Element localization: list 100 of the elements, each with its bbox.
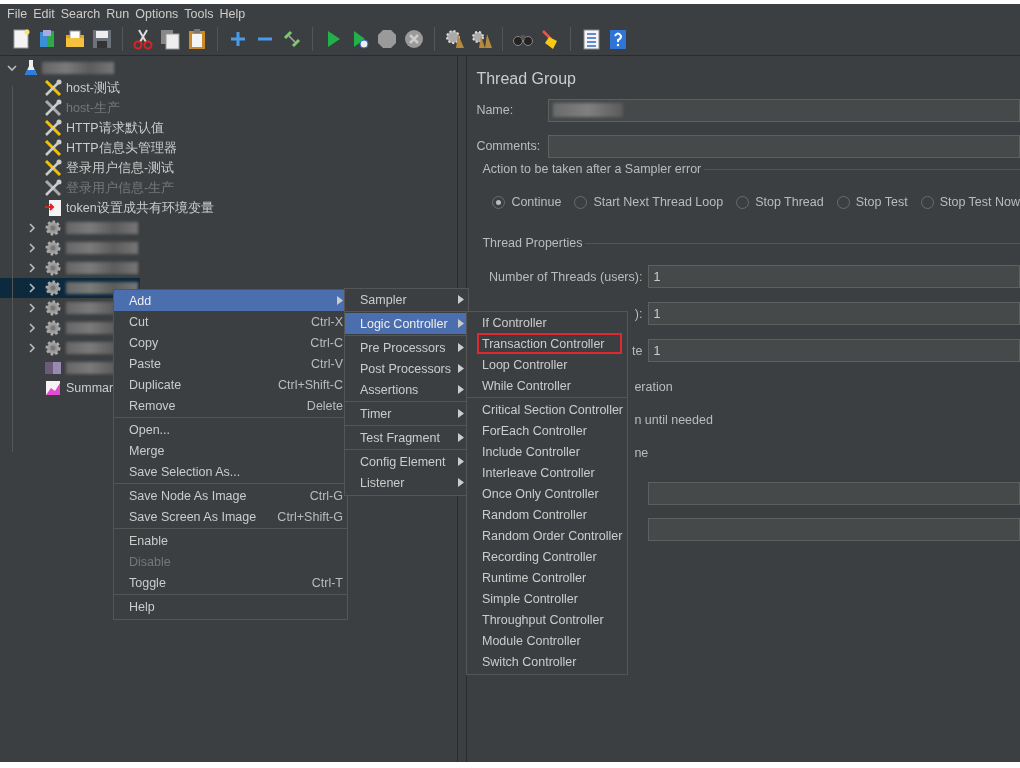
input-field[interactable]: 1	[648, 302, 1020, 325]
tree-row[interactable]: Summar	[0, 378, 116, 398]
tree-row[interactable]: host-测试	[0, 78, 122, 98]
menu-item[interactable]: Save Node As Image Ctrl-G	[114, 485, 347, 506]
menu-item[interactable]: Once Only Controller	[467, 483, 627, 504]
shutdown-icon[interactable]	[403, 28, 425, 50]
menu-item[interactable]: Interleave Controller	[467, 462, 627, 483]
shortcut-label: Ctrl-X	[311, 314, 343, 329]
tree-node-label[interactable]: HTTP请求默认值	[66, 119, 164, 137]
new-file-icon[interactable]	[10, 28, 32, 50]
radio-button[interactable]	[492, 195, 506, 209]
redacted-value	[553, 103, 624, 117]
name-field[interactable]	[548, 98, 1020, 122]
field-label: te	[631, 343, 643, 358]
save-icon[interactable]	[91, 28, 113, 50]
menu-item[interactable]: Run	[103, 6, 133, 21]
chevron-down-icon[interactable]	[7, 63, 17, 73]
menu-item[interactable]: Post Processors	[345, 358, 468, 379]
gear-icon	[44, 279, 62, 297]
menu-item[interactable]: Config Element	[345, 451, 468, 472]
menu-item[interactable]: Help	[114, 596, 347, 617]
menu-item[interactable]: Logic Controller	[345, 313, 468, 334]
menu-item[interactable]: If Controller	[467, 312, 627, 333]
menu-item[interactable]: Tools	[181, 6, 217, 21]
menu-item[interactable]: Options	[132, 6, 182, 21]
menu-item[interactable]: While Controller	[467, 375, 627, 396]
toggle-icon[interactable]	[281, 28, 303, 50]
tree-node-label[interactable]: Summar	[66, 381, 114, 395]
input-field[interactable]: 1	[648, 265, 1020, 288]
tree-node-label[interactable]: host-测试	[66, 79, 120, 97]
stop-icon[interactable]	[376, 28, 398, 50]
help-icon[interactable]	[607, 28, 629, 50]
tree-node-label[interactable]: token设置成共有环境变量	[66, 199, 214, 217]
page-arrow-icon	[44, 199, 62, 217]
menu-item[interactable]: Duplicate Ctrl+Shift-C	[114, 374, 347, 395]
copy-icon[interactable]	[159, 28, 181, 50]
menu-item[interactable]: Runtime Controller	[467, 567, 627, 588]
menu-item[interactable]: Test Fragment	[345, 427, 468, 448]
paste-icon[interactable]	[186, 28, 208, 50]
open-folder-icon[interactable]	[64, 28, 86, 50]
menu-item[interactable]: Include Controller	[467, 441, 627, 462]
menu-item[interactable]: Throughput Controller	[467, 609, 627, 630]
menu-item[interactable]: Merge	[114, 440, 347, 461]
tree-row[interactable]: HTTP请求默认值	[0, 118, 166, 138]
tree-row[interactable]	[0, 278, 140, 298]
menu-item[interactable]: Save Selection As...	[114, 461, 347, 482]
menu-item[interactable]: Assertions	[345, 379, 468, 400]
chevron-right-icon[interactable]	[27, 323, 37, 333]
menu-item[interactable]: Module Controller	[467, 630, 627, 651]
menu-item[interactable]: Save Screen As Image Ctrl+Shift-G	[114, 506, 347, 527]
gears-broom-icon[interactable]	[471, 28, 493, 50]
menu-item[interactable]: Help	[216, 6, 249, 21]
cut-icon[interactable]	[132, 28, 154, 50]
menu-item[interactable]: Remove Delete	[114, 395, 347, 416]
menu-item[interactable]: File	[4, 6, 31, 21]
menu-item[interactable]: Switch Controller	[467, 651, 627, 672]
menu-item[interactable]: Listener	[345, 472, 468, 493]
menu-item[interactable]: Transaction Controller	[467, 333, 627, 354]
input-field[interactable]: 1	[648, 339, 1020, 362]
menu-item[interactable]: Recording Controller	[467, 546, 627, 567]
menu-item[interactable]: Timer	[345, 403, 468, 424]
input-field[interactable]	[648, 482, 1020, 505]
menu-item[interactable]: Open...	[114, 419, 347, 440]
tree-node-label[interactable]: 登录用户信息-测试	[66, 159, 175, 177]
radio-button[interactable]	[836, 195, 850, 209]
menu-item[interactable]: ForEach Controller	[467, 420, 627, 441]
menu-item[interactable]: Pre Processors	[345, 337, 468, 358]
menu-item[interactable]: Enable	[114, 530, 347, 551]
menu-item[interactable]: Paste Ctrl-V	[114, 353, 347, 374]
gear-icon	[44, 239, 62, 257]
menu-item[interactable]: Simple Controller	[467, 588, 627, 609]
tree-row[interactable]: token设置成共有环境变量	[0, 198, 216, 218]
radio-button[interactable]	[920, 195, 934, 209]
radio-button[interactable]	[736, 195, 750, 209]
panel-title: Thread Group	[476, 70, 577, 88]
menu-item[interactable]: Random Controller	[467, 504, 627, 525]
tree-row[interactable]: HTTP信息头管理器	[0, 138, 179, 158]
chevron-right-icon[interactable]	[27, 223, 37, 233]
menu-item[interactable]: Loop Controller	[467, 354, 627, 375]
menu-item[interactable]: Toggle Ctrl-T	[114, 572, 347, 593]
tree-row[interactable]: 登录用户信息-测试	[0, 158, 177, 178]
menu-item[interactable]: Edit	[30, 6, 58, 21]
menu-item[interactable]: Search	[57, 6, 104, 21]
gear-broom-icon[interactable]	[444, 28, 466, 50]
chevron-right-icon[interactable]	[27, 303, 37, 313]
comments-field[interactable]	[548, 134, 1020, 158]
radio-button[interactable]	[574, 195, 588, 209]
menu-item[interactable]: Random Order Controller	[467, 525, 627, 546]
list-icon[interactable]	[580, 28, 602, 50]
menu-item[interactable]: Add	[114, 290, 347, 311]
chevron-right-icon[interactable]	[27, 263, 37, 273]
menu-item[interactable]: Sampler	[345, 289, 468, 310]
menu-item[interactable]: Cut Ctrl-X	[114, 311, 347, 332]
menu-item[interactable]: Copy Ctrl-C	[114, 332, 347, 353]
tree-node-label[interactable]: HTTP信息头管理器	[66, 139, 177, 157]
chevron-right-icon[interactable]	[27, 283, 37, 293]
input-field[interactable]	[648, 518, 1020, 541]
menu-item[interactable]: Critical Section Controller	[467, 399, 627, 420]
chevron-right-icon[interactable]	[27, 343, 37, 353]
chevron-right-icon[interactable]	[27, 243, 37, 253]
